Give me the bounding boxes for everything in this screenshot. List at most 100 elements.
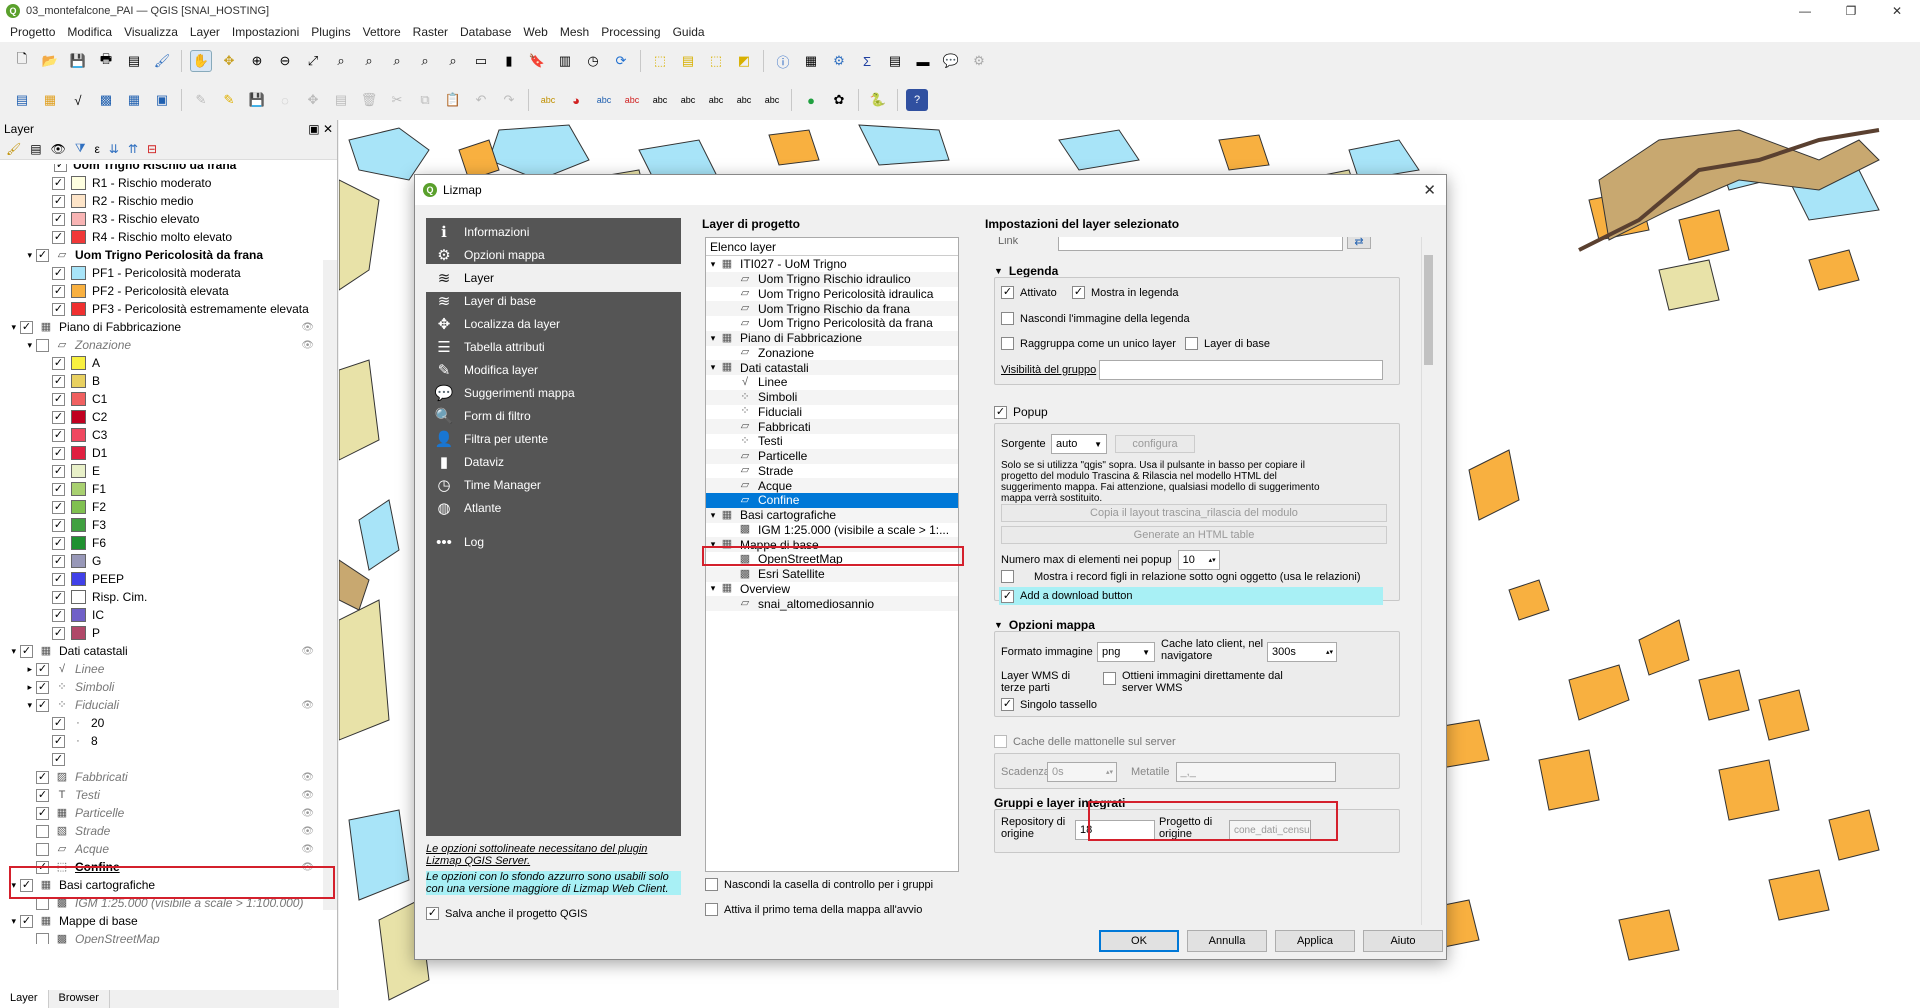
delete-icon[interactable]: 🗑 xyxy=(358,89,380,111)
expand-arrow-icon[interactable]: ▾ xyxy=(706,583,720,594)
toggle-edit-icon[interactable]: ✎ xyxy=(190,89,212,111)
highlight-label-icon[interactable]: abc xyxy=(621,89,643,111)
paste-icon[interactable]: 📋 xyxy=(442,89,464,111)
layer-visibility-checkbox[interactable]: ✓ xyxy=(52,392,65,406)
layer-tree-row[interactable]: ▾ ✓ ⁘ Fiduciali 👁 xyxy=(0,696,322,714)
layer-visibility-checkbox[interactable]: ✓ xyxy=(20,914,33,928)
layer-tree-row[interactable]: ✓ ▦ Particelle 👁 xyxy=(0,804,322,822)
max-items-spinbox[interactable]: 10 ▴▾ xyxy=(1177,550,1220,570)
layer-visibility-checkbox[interactable]: ✓ xyxy=(36,770,49,784)
layer-visibility-checkbox[interactable]: ✓ xyxy=(36,806,49,820)
menu-item-10[interactable]: Mesh xyxy=(554,25,595,39)
copy-layout-button[interactable]: Copia il layout trascina_rilascia del mo… xyxy=(1001,504,1387,522)
menu-item-11[interactable]: Processing xyxy=(595,25,666,39)
hide-group-checkbox-option[interactable]: Nascondi la casella di controllo per i g… xyxy=(705,878,933,891)
panel-close-icon[interactable]: ▣ ✕ xyxy=(308,122,333,136)
layer-visibility-checkbox[interactable]: ✓ xyxy=(36,680,49,694)
expand-arrow-icon[interactable]: ▾ xyxy=(0,700,36,711)
expand-arrow-icon[interactable]: ▾ xyxy=(706,362,720,373)
layer-tree-row[interactable]: ✓ C3 xyxy=(0,426,322,444)
add-raster-icon[interactable]: ▩ xyxy=(95,89,117,111)
visibility-eye-icon[interactable]: 👁 xyxy=(301,322,314,333)
project-layer-row[interactable]: ▱ Uom Trigno Pericolosità idraulica xyxy=(706,287,958,302)
layer-visibility-checkbox[interactable]: ✓ xyxy=(52,572,65,586)
project-layer-row[interactable]: ▾ ▦ Basi cartografiche xyxy=(706,507,958,523)
layer-tree-row[interactable]: ✓ F3 xyxy=(0,516,322,534)
menu-item-1[interactable]: Modifica xyxy=(61,25,118,39)
layout-manager-icon[interactable]: ▤ xyxy=(123,50,145,72)
menu-item-5[interactable]: Plugins xyxy=(305,25,356,39)
image-format-select[interactable]: png ▼ xyxy=(1097,642,1155,662)
zoom-in-icon[interactable]: ⊕ xyxy=(246,50,268,72)
filter-legend-icon[interactable]: ⧩ xyxy=(75,141,86,156)
first-theme-option[interactable]: Attiva il primo tema della mappa all'avv… xyxy=(705,903,922,916)
layer-visibility-checkbox[interactable]: ✓ xyxy=(52,590,65,604)
expand-arrow-icon[interactable]: ▾ xyxy=(0,250,36,261)
expand-arrow-icon[interactable]: ▾ xyxy=(706,259,720,270)
digitize-icon[interactable]: ◌ xyxy=(274,89,296,111)
layer-visibility-checkbox[interactable]: ✓ xyxy=(52,428,65,442)
collapse-all-icon[interactable]: ⇈ xyxy=(128,142,138,156)
download-button-checkbox[interactable]: ✓ Add a download button xyxy=(999,587,1383,605)
layer-visibility-checkbox[interactable] xyxy=(36,824,49,838)
expand-arrow-icon[interactable]: ▾ xyxy=(0,322,20,333)
layer-visibility-checkbox[interactable]: ✓ xyxy=(36,788,49,802)
layer-tree-row[interactable]: ✓ xyxy=(0,750,322,768)
layer-visibility-checkbox[interactable]: ✓ xyxy=(52,500,65,514)
new-3d-view-icon[interactable]: ▮ xyxy=(498,50,520,72)
layer-tree-row[interactable]: ✓ F2 xyxy=(0,498,322,516)
layer-tree-row[interactable]: ▾ ✓ ▦ Mappe di base xyxy=(0,912,322,930)
legend-enabled-checkbox[interactable]: ✓ Attivato xyxy=(1001,286,1057,299)
copy-icon[interactable]: ⧉ xyxy=(414,89,436,111)
layer-visibility-checkbox[interactable]: ✓ xyxy=(52,482,65,496)
deselect-icon[interactable]: ⬚ xyxy=(705,50,727,72)
layer-visibility-checkbox[interactable]: ✓ xyxy=(52,518,65,532)
menu-item-9[interactable]: Web xyxy=(517,25,553,39)
metatile-input[interactable]: _,_ xyxy=(1175,762,1336,782)
layer-tree-row[interactable]: ✓ PF1 - Pericolosità moderata xyxy=(0,264,322,282)
layer-tree-row[interactable]: ▾ ✓ ▦ Dati catastali 👁 xyxy=(0,642,322,660)
layer-visibility-checkbox[interactable]: ✓ xyxy=(36,662,49,676)
project-layer-row[interactable]: ▱ Strade xyxy=(706,464,958,479)
show-hide-label-icon[interactable]: abc xyxy=(705,89,727,111)
layer-visibility-checkbox[interactable]: ✓ xyxy=(52,536,65,550)
save-edits-icon[interactable]: 💾 xyxy=(246,89,268,111)
zoom-full-icon[interactable]: ⤢ xyxy=(302,50,324,72)
link-input[interactable] xyxy=(1058,237,1343,251)
project-layer-row[interactable]: ▩ Esri Satellite xyxy=(706,566,958,582)
project-layer-row[interactable]: ▱ snai_altomediosannio xyxy=(706,596,958,611)
base-layer-checkbox[interactable]: Layer di base xyxy=(1185,337,1270,350)
menu-item-6[interactable]: Vettore xyxy=(357,25,407,39)
filter-expression-icon[interactable]: ε xyxy=(95,142,100,156)
layer-tree-row[interactable]: ✓ R1 - Rischio moderato xyxy=(0,174,322,192)
server-cache-checkbox[interactable]: Cache delle mattonelle sul server xyxy=(994,735,1176,748)
layer-tree-row[interactable]: ✓ Risp. Cim. xyxy=(0,588,322,606)
plugin-settings-icon[interactable]: ⚙ xyxy=(968,50,990,72)
generate-html-button[interactable]: Generate an HTML table xyxy=(1001,526,1387,544)
layer-tree-row[interactable]: ✓ · 20 xyxy=(0,714,322,732)
nav-item-13[interactable]: ••• Log xyxy=(426,528,681,556)
layer-visibility-checkbox[interactable]: ✓ xyxy=(52,230,65,244)
expand-arrow-icon[interactable]: ▾ xyxy=(706,333,720,344)
data-source-manager-icon[interactable]: ▤ xyxy=(11,89,33,111)
tab-browser[interactable]: Browser xyxy=(49,990,110,1008)
menu-item-3[interactable]: Layer xyxy=(184,25,226,39)
new-layer-icon[interactable]: ▦ xyxy=(39,89,61,111)
layer-tree-row[interactable]: ✓ E xyxy=(0,462,322,480)
layer-tree-row[interactable]: ✓ G xyxy=(0,552,322,570)
dialog-close-icon[interactable]: ✕ xyxy=(1423,181,1436,199)
expand-arrow-icon[interactable]: ▸ xyxy=(0,682,36,693)
new-map-view-icon[interactable]: ▭ xyxy=(470,50,492,72)
menu-item-12[interactable]: Guida xyxy=(667,25,711,39)
zoom-selection-icon[interactable]: ⌕ xyxy=(330,50,352,72)
layer-visibility-checkbox[interactable]: ✓ xyxy=(52,554,65,568)
layer-tree-row[interactable]: ✓ R4 - Rischio molto elevato xyxy=(0,228,322,246)
layer-tree-row[interactable]: ▸ ✓ ⁘ Simboli xyxy=(0,678,322,696)
map-themes-icon[interactable]: 👁 xyxy=(51,142,66,156)
annotation-icon[interactable]: 💬 xyxy=(940,50,962,72)
expand-arrow-icon[interactable]: ▾ xyxy=(0,916,20,927)
browser-cache-spinbox[interactable]: 300s ▴▾ xyxy=(1267,642,1337,662)
pan-icon[interactable]: ✋ xyxy=(190,50,212,72)
project-layer-row[interactable]: ▱ Particelle xyxy=(706,448,958,464)
undo-icon[interactable]: ↶ xyxy=(470,89,492,111)
